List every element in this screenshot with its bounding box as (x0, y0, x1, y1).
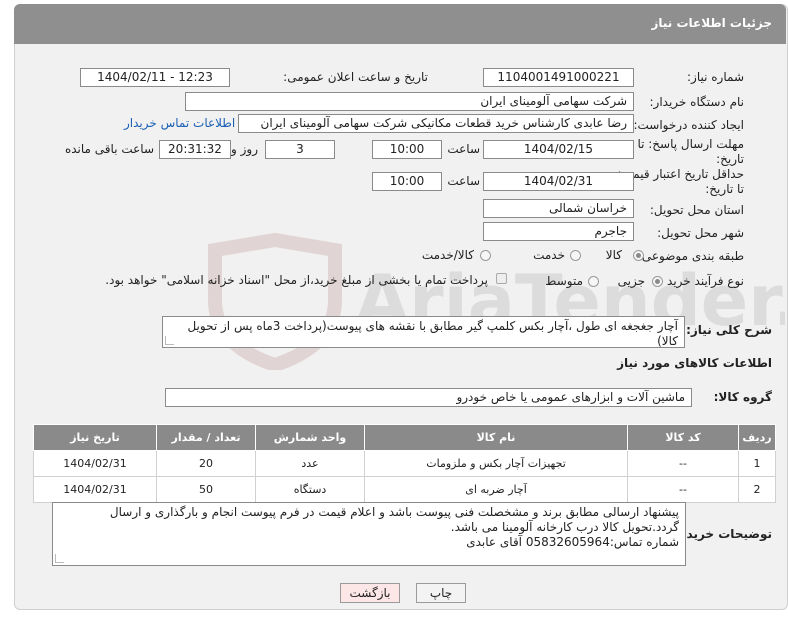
description-textarea[interactable]: آچار جغجغه ای طول ،آچار بکس کلمپ گیر مطا… (162, 316, 685, 348)
cell-name: تجهیزات آچار بکس و ملزومات (364, 450, 628, 477)
cell-code: -- (627, 450, 739, 477)
table-row: 1 -- تجهیزات آچار بکس و ملزومات عدد 20 1… (33, 450, 776, 477)
col-name: نام کالا (364, 424, 628, 451)
reply-deadline-label-1: مهلت ارسال پاسخ: تا (637, 137, 744, 151)
treasury-payment-checkbox[interactable] (496, 273, 507, 284)
resize-grip-icon[interactable] (55, 554, 64, 563)
city-field: جاجرم (483, 222, 634, 241)
goods-group-label: گروه کالا: (713, 390, 772, 404)
process-option-medium: متوسط (545, 274, 583, 288)
description-label: شرح کلی نیاز: (686, 323, 772, 337)
category-option-goods: کالا (605, 248, 622, 262)
buyer-label: نام دستگاه خریدار: (649, 95, 745, 109)
print-button[interactable]: چاپ (416, 583, 466, 603)
buyer-notes-textarea[interactable]: پیشنهاد ارسالی مطابق برند و مشخصلت فنی پ… (52, 502, 686, 566)
need-number-field: 1104001491000221 (483, 68, 634, 87)
validity-time-field: 10:00 (372, 172, 442, 191)
cell-row: 2 (738, 476, 776, 503)
category-radio-goods-service[interactable] (480, 250, 491, 261)
cell-date: 1404/02/31 (33, 476, 157, 503)
description-text: آچار جغجغه ای طول ،آچار بکس کلمپ گیر مطا… (187, 319, 678, 348)
cell-date: 1404/02/31 (33, 450, 157, 477)
category-radio-goods[interactable] (633, 250, 644, 261)
validity-label-2: تا تاریخ: (705, 182, 744, 196)
category-option-goods-service: کالا/خدمت (421, 248, 474, 262)
province-label: استان محل تحویل: (649, 203, 744, 217)
category-radio-service[interactable] (570, 250, 581, 261)
col-unit: واحد شمارش (255, 424, 365, 451)
goods-table: ردیف کد کالا نام کالا واحد شمارش تعداد /… (33, 424, 776, 503)
days-label: روز و (231, 142, 258, 156)
panel-title: جزئیات اطلاعات نیاز (651, 16, 772, 30)
reply-time-field: 10:00 (372, 140, 442, 159)
reply-time-label: ساعت (447, 142, 480, 156)
back-button[interactable]: بازگشت (340, 583, 400, 603)
cell-qty: 50 (156, 476, 256, 503)
validity-date-field: 1404/02/31 (483, 172, 634, 191)
remaining-time-label: ساعت باقی مانده (64, 142, 154, 156)
announce-datetime-field: 1404/02/11 - 12:23 (80, 68, 230, 87)
cell-code: -- (627, 476, 739, 503)
announce-label: تاریخ و ساعت اعلان عمومی: (283, 70, 428, 84)
validity-label-1: حداقل تاریخ اعتبار قیمت: (617, 167, 744, 181)
buyer-contact-link[interactable]: اطلاعات تماس خریدار (124, 116, 235, 130)
col-qty: تعداد / مقدار (156, 424, 256, 451)
reply-deadline-label-2: تاریخ: (716, 152, 744, 166)
treasury-payment-note: پرداخت تمام یا بخشی از مبلغ خرید،از محل … (105, 273, 488, 287)
col-date: تاریخ نیاز (33, 424, 157, 451)
process-label: نوع فرآیند خرید : (659, 274, 744, 288)
process-radio-medium[interactable] (588, 276, 599, 287)
buyer-notes-line-3: شماره تماس:05832605964 آقای عابدی (466, 535, 679, 549)
goods-table-header: ردیف کد کالا نام کالا واحد شمارش تعداد /… (33, 424, 776, 451)
cell-row: 1 (738, 450, 776, 477)
goods-group-field: ماشین آلات و ابزارهای عمومی یا خاص خودرو (165, 388, 692, 407)
table-row: 2 -- آچار ضربه ای دستگاه 50 1404/02/31 (33, 476, 776, 503)
cell-unit: عدد (255, 450, 365, 477)
panel-header: جزئیات اطلاعات نیاز (14, 4, 786, 44)
process-option-minor: جزیی (617, 274, 645, 288)
requester-field: رضا عابدی کارشناس خرید قطعات مکانیکی شرک… (238, 114, 634, 133)
goods-section-title: اطلاعات کالاهای مورد نیاز (617, 356, 772, 370)
category-option-service: خدمت (533, 248, 565, 262)
process-radio-minor[interactable] (652, 276, 663, 287)
col-row: ردیف (738, 424, 776, 451)
buyer-notes-line-2: گردد.تحویل کالا درب کارخانه آلومینا می ب… (450, 520, 679, 534)
cell-qty: 20 (156, 450, 256, 477)
resize-grip-icon[interactable] (165, 336, 174, 345)
cell-unit: دستگاه (255, 476, 365, 503)
days-remaining-field: 3 (265, 140, 335, 159)
buyer-notes-line-1: پیشنهاد ارسالی مطابق برند و مشخصلت فنی پ… (109, 505, 679, 519)
reply-date-field: 1404/02/15 (483, 140, 634, 159)
remaining-time-field: 20:31:32 (159, 140, 231, 159)
col-code: کد کالا (627, 424, 739, 451)
cell-name: آچار ضربه ای (364, 476, 628, 503)
province-field: خراسان شمالی (483, 199, 634, 218)
requester-label: ایجاد کننده درخواست: (633, 118, 744, 132)
category-label: طبقه بندی موضوعی: (637, 249, 744, 263)
validity-time-label: ساعت (447, 174, 480, 188)
city-label: شهر محل تحویل: (657, 226, 744, 240)
need-number-label: شماره نیاز: (687, 70, 744, 84)
buyer-field: شرکت سهامی آلومینای ایران (185, 92, 634, 111)
